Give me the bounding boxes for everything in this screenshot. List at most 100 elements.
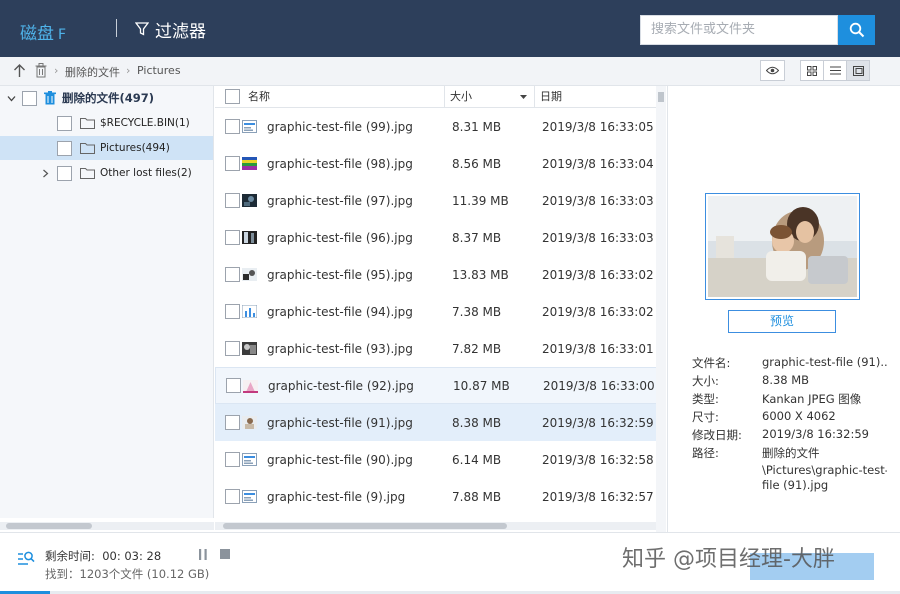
file-size: 11.39 MB bbox=[452, 193, 509, 208]
preview-view-button[interactable] bbox=[846, 60, 870, 81]
table-row[interactable]: graphic-test-file (90).jpg 6.14 MB 2019/3/… bbox=[215, 441, 657, 478]
pause-icon[interactable] bbox=[198, 549, 208, 560]
up-arrow-icon[interactable] bbox=[13, 64, 26, 78]
trash-icon bbox=[35, 63, 47, 78]
file-name: graphic-test-file (91).jpg bbox=[267, 415, 413, 430]
row-checkbox[interactable] bbox=[225, 193, 240, 208]
table-row[interactable]: graphic-test-file (94).jpg 7.38 MB 2019/3/… bbox=[215, 293, 657, 330]
tree-checkbox[interactable] bbox=[57, 115, 72, 131]
column-size[interactable]: 大小 bbox=[445, 86, 535, 108]
disk-letter: F bbox=[58, 27, 67, 43]
info-value: 6000 X 4062 bbox=[762, 409, 836, 423]
stop-icon[interactable] bbox=[220, 549, 230, 559]
chevron-down-icon[interactable] bbox=[7, 94, 16, 103]
info-value: 8.38 MB bbox=[762, 373, 810, 387]
scrollbar-thumb[interactable] bbox=[6, 523, 92, 529]
scrollbar-thumb[interactable] bbox=[658, 92, 664, 102]
select-all-checkbox[interactable] bbox=[225, 89, 240, 104]
row-checkbox[interactable] bbox=[225, 230, 240, 245]
table-row[interactable]: graphic-test-file (9).jpg 7.88 MB 2019/3/8… bbox=[215, 478, 657, 515]
table-row[interactable]: graphic-test-file (95).jpg 13.83 MB 2019/3… bbox=[215, 256, 657, 293]
breadcrumb-item-pictures[interactable]: Pictures bbox=[137, 64, 181, 77]
sort-down-icon bbox=[520, 95, 527, 99]
list-header: 名称 大小 日期 bbox=[215, 86, 659, 108]
row-checkbox[interactable] bbox=[226, 378, 241, 393]
tree-scrollbar[interactable] bbox=[0, 522, 214, 530]
list-vertical-scrollbar[interactable] bbox=[656, 86, 666, 532]
file-size: 7.88 MB bbox=[452, 489, 502, 504]
file-date: 2019/3/8 16:32:58 bbox=[542, 452, 654, 467]
row-checkbox[interactable] bbox=[225, 267, 240, 282]
image-file-icon bbox=[242, 453, 257, 466]
row-checkbox[interactable] bbox=[225, 119, 240, 134]
image-file-icon bbox=[242, 194, 257, 207]
grid-icon bbox=[807, 65, 817, 76]
found-count: 找到：1203个文件 (10.12 GB) bbox=[45, 567, 210, 581]
scrollbar-thumb[interactable] bbox=[223, 523, 507, 529]
file-date: 2019/3/8 16:33:01 bbox=[542, 341, 654, 356]
watermark: 知乎 @项目经理-大胖 bbox=[622, 547, 835, 572]
info-key: 修改日期: bbox=[692, 428, 742, 442]
search-input[interactable]: 搜索文件或文件夹 bbox=[640, 15, 838, 45]
preview-toggle-button[interactable] bbox=[760, 60, 785, 81]
file-date: 2019/3/8 16:33:02 bbox=[542, 304, 654, 319]
folder-tree: 删除的文件(497) $RECYCLE.BIN(1) Pictures(494)… bbox=[0, 86, 214, 518]
file-date: 2019/3/8 16:33:02 bbox=[542, 267, 654, 282]
column-date[interactable]: 日期 bbox=[535, 86, 657, 108]
filter-label: 过滤器 bbox=[155, 21, 206, 42]
disk-selector[interactable]: 磁盘 F bbox=[20, 19, 66, 44]
grid-view-button[interactable] bbox=[800, 60, 824, 81]
table-row[interactable]: graphic-test-file (97).jpg 11.39 MB 2019/3… bbox=[215, 182, 657, 219]
file-name: graphic-test-file (98).jpg bbox=[267, 156, 413, 171]
divider bbox=[116, 19, 117, 37]
tree-checkbox[interactable] bbox=[22, 90, 37, 106]
filter-button[interactable]: 过滤器 bbox=[135, 19, 206, 42]
preview-button[interactable]: 预览 bbox=[728, 310, 836, 333]
table-row[interactable]: graphic-test-file (92).jpg 10.87 MB 2019/3… bbox=[215, 367, 657, 404]
breadcrumb-item-deleted[interactable]: 删除的文件 bbox=[65, 64, 120, 80]
file-size: 8.37 MB bbox=[452, 230, 502, 245]
tree-item-root[interactable]: 删除的文件(497) bbox=[0, 86, 213, 110]
file-size: 7.82 MB bbox=[452, 341, 502, 356]
info-key: 类型: bbox=[692, 392, 719, 406]
tree-item-other-lost[interactable]: Other lost files(2) bbox=[0, 161, 213, 185]
file-name: graphic-test-file (92).jpg bbox=[268, 378, 414, 393]
disk-label: 磁盘 bbox=[20, 24, 54, 44]
tree-item-pictures[interactable]: Pictures(494) bbox=[0, 136, 213, 160]
row-checkbox[interactable] bbox=[225, 415, 240, 430]
chevron-right-icon[interactable] bbox=[42, 169, 49, 178]
info-value: Kankan JPEG 图像 bbox=[762, 392, 862, 406]
tree-label: 删除的文件(497) bbox=[62, 91, 155, 105]
table-row[interactable]: graphic-test-file (93).jpg 7.82 MB 2019/3/… bbox=[215, 330, 657, 367]
row-checkbox[interactable] bbox=[225, 452, 240, 467]
table-row[interactable]: graphic-test-file (96).jpg 8.37 MB 2019/3/… bbox=[215, 219, 657, 256]
info-key: 大小: bbox=[692, 374, 719, 388]
tree-label: Pictures(494) bbox=[100, 142, 170, 154]
file-list: 名称 大小 日期 graphic-test-file (99).jpg 8.31 … bbox=[215, 86, 667, 532]
table-row[interactable]: graphic-test-file (99).jpg 8.31 MB 2019/3/… bbox=[215, 108, 657, 145]
row-checkbox[interactable] bbox=[225, 156, 240, 171]
file-name: graphic-test-file (96).jpg bbox=[267, 230, 413, 245]
table-row[interactable]: graphic-test-file (91).jpg 8.38 MB 2019/3/… bbox=[215, 404, 657, 441]
search-button[interactable] bbox=[838, 15, 875, 45]
tree-checkbox[interactable] bbox=[57, 140, 72, 156]
file-name: graphic-test-file (97).jpg bbox=[267, 193, 413, 208]
scan-status-icon bbox=[18, 551, 35, 565]
row-checkbox[interactable] bbox=[225, 341, 240, 356]
row-checkbox[interactable] bbox=[225, 304, 240, 319]
list-view-button[interactable] bbox=[823, 60, 847, 81]
remaining-time: 剩余时间: 00: 03: 28 bbox=[45, 548, 161, 564]
table-row[interactable]: graphic-test-file (98).jpg 8.56 MB 2019/3/… bbox=[215, 145, 657, 182]
preview-panel: 预览 文件名: graphic-test-file (91).... 大小: 8.38… bbox=[667, 86, 900, 532]
file-date: 2019/3/8 16:32:59 bbox=[542, 415, 654, 430]
folder-icon bbox=[80, 168, 95, 179]
image-file-icon bbox=[242, 490, 257, 503]
file-name: graphic-test-file (94).jpg bbox=[267, 304, 413, 319]
preview-pane-icon bbox=[852, 65, 864, 76]
row-checkbox[interactable] bbox=[225, 489, 240, 504]
column-name[interactable]: 名称 bbox=[243, 86, 445, 108]
list-scrollbar[interactable] bbox=[215, 522, 656, 530]
tree-checkbox[interactable] bbox=[57, 165, 72, 181]
info-value: 删除的文件 bbox=[762, 446, 820, 460]
tree-item-recycle-bin[interactable]: $RECYCLE.BIN(1) bbox=[0, 111, 213, 135]
